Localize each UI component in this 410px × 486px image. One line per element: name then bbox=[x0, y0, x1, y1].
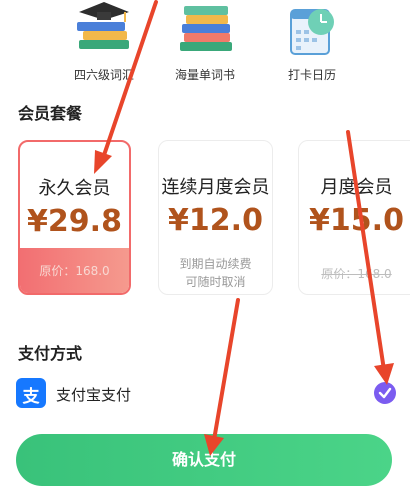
feature-label: 海量单词书 bbox=[174, 68, 235, 82]
annotation-arrow-line bbox=[212, 298, 240, 442]
plan-name: 月度会员 bbox=[320, 177, 393, 198]
confirm-payment-button[interactable]: 确认支付 bbox=[16, 434, 392, 486]
plan-name: 连续月度会员 bbox=[161, 177, 270, 198]
plan-footer: 原价：168.0 bbox=[20, 248, 129, 293]
payment-section-title: 支付方式 bbox=[18, 344, 83, 363]
feature-label: 四六级词汇 bbox=[73, 68, 134, 82]
payment-method-label: 支付宝支付 bbox=[56, 386, 132, 404]
alipay-icon-glyph: 支 bbox=[22, 387, 40, 407]
plan-list: 永久会员 ¥29.8 原价：168.0 连续月度会员 ¥12.0 到期自动续费 … bbox=[0, 140, 410, 300]
plan-name: 永久会员 bbox=[38, 178, 111, 199]
plan-note-line1: 到期自动续费 bbox=[179, 257, 252, 271]
payment-option-alipay[interactable]: 支 支付宝支付 bbox=[16, 378, 402, 410]
book-stack-icon bbox=[180, 6, 232, 51]
plan-note-line2: 可随时取消 bbox=[185, 275, 246, 289]
calendar-clock-icon bbox=[290, 9, 334, 55]
plan-card-monthly-auto[interactable]: 连续月度会员 ¥12.0 到期自动续费 可随时取消 bbox=[158, 140, 273, 295]
plan-card-lifetime[interactable]: 永久会员 ¥29.8 原价：168.0 bbox=[18, 140, 131, 295]
membership-section-title: 会员套餐 bbox=[18, 104, 83, 123]
feature-label: 打卡日历 bbox=[287, 68, 336, 82]
alipay-icon: 支 bbox=[16, 378, 46, 408]
plan-card-monthly[interactable]: 月度会员 ¥15.0 原价：168.0 bbox=[298, 140, 410, 295]
plan-price: ¥29.8 bbox=[27, 204, 122, 239]
graduation-books-icon bbox=[77, 2, 129, 49]
plan-original-price: 原价：168.0 bbox=[39, 264, 110, 278]
plan-price: ¥15.0 bbox=[309, 203, 404, 238]
plan-price: ¥12.0 bbox=[168, 203, 263, 238]
plan-original-price: 原价：168.0 bbox=[321, 267, 392, 281]
selected-check-icon[interactable] bbox=[374, 382, 396, 404]
feature-row: 四六级词汇 海量单词书 打卡日历 bbox=[0, 0, 410, 90]
